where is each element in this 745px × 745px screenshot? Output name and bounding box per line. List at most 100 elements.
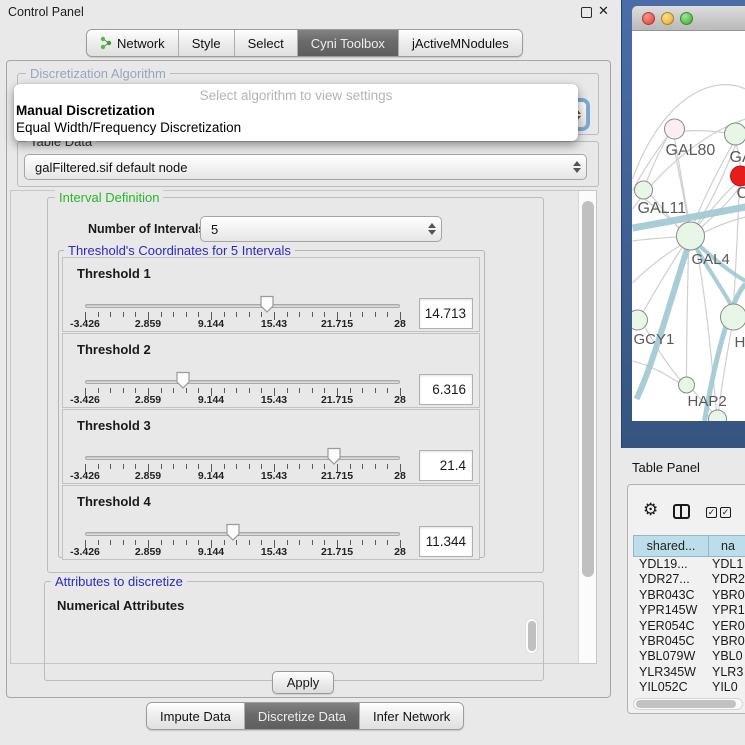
network-node-h[interactable] (721, 304, 745, 330)
network-node-label: GAL11 (638, 200, 687, 217)
table-data-group: Table Data galFiltered.sif default node (17, 141, 599, 187)
network-node-gcy1[interactable] (632, 310, 648, 330)
tab-discretize-data[interactable]: Discretize Data (245, 703, 360, 729)
threshold-1-value-field[interactable]: 14.713 (419, 298, 473, 329)
table-data-combobox-value: galFiltered.sif default node (25, 160, 568, 175)
tick-label: 15.43 (261, 318, 287, 330)
network-node-label: HAP2 (688, 393, 727, 410)
combo-stepper-icon (568, 161, 586, 173)
threshold-1-box: Threshold 1-3.4262.8599.14415.4321.71528… (62, 257, 480, 332)
network-node-hap2[interactable] (679, 377, 695, 393)
network-node-label: GAL4 (692, 251, 730, 268)
threshold-2-value-field[interactable]: 6.316 (419, 374, 473, 405)
attributes-list-scrollbar[interactable] (525, 618, 538, 654)
threshold-3-value-field[interactable]: 21.4 (419, 450, 473, 481)
threshold-3-slider-track[interactable] (85, 456, 400, 460)
checkbox-icon[interactable]: ✓ (720, 507, 731, 518)
tick-label: 28 (394, 394, 406, 406)
attributes-group-title: Attributes to discretize (51, 574, 187, 589)
table-row[interactable]: YLR345WYLR3 (633, 665, 745, 680)
tick-label: 9.144 (198, 318, 224, 330)
network-node-label: H (735, 334, 745, 351)
tick-label: 2.859 (135, 394, 161, 406)
network-icon (100, 36, 112, 50)
threshold-4-slider-track[interactable] (85, 532, 400, 536)
network-node-gal80[interactable] (665, 119, 685, 139)
network-edge (633, 237, 677, 241)
network-node-c[interactable] (731, 166, 745, 186)
network-canvas[interactable]: GAL80GACGAL11GAL4GCY1HHAP2 (632, 31, 745, 421)
table-rows: YDL19...YDL1YDR27...YDR2YBR043CYBR0YPR14… (633, 557, 745, 696)
zoom-traffic-light-icon[interactable] (680, 12, 693, 25)
thresholds-group-title: Threshold's Coordinates for 5 Intervals (64, 243, 295, 258)
close-traffic-light-icon[interactable] (642, 12, 655, 25)
table-row[interactable]: YBR045CYBR0 (633, 634, 745, 649)
table-row[interactable]: YDL19...YDL1 (633, 557, 745, 572)
tab-network[interactable]: Network (87, 30, 179, 56)
tab-cyni-toolbox[interactable]: Cyni Toolbox (298, 30, 399, 56)
control-panel: Control Panel ✕ NetworkStyleSelectCyni T… (0, 0, 617, 745)
close-icon[interactable]: ✕ (598, 3, 609, 19)
table-row[interactable]: YBL079WYBL0 (633, 649, 745, 664)
network-node-gal11[interactable] (635, 181, 653, 199)
table-row[interactable]: YPR145WYPR1 (633, 603, 745, 618)
minimize-traffic-light-icon[interactable] (661, 12, 674, 25)
network-edge (687, 250, 689, 377)
table-row[interactable]: YER054CYER0 (633, 619, 745, 634)
algorithm-popup-prompt: Select algorithm to view settings (14, 88, 578, 103)
network-edge (647, 137, 668, 182)
network-node-gal4[interactable] (677, 222, 705, 250)
tick-label: 2.859 (135, 318, 161, 330)
table-row[interactable]: YBR043CYBR0 (633, 588, 745, 603)
algorithm-option-manual-discretization[interactable]: Manual Discretization (16, 103, 155, 118)
network-edge (633, 361, 680, 383)
network-edge (699, 184, 737, 225)
tab-impute-data[interactable]: Impute Data (147, 703, 245, 729)
column-header-name[interactable]: na (708, 535, 745, 557)
discretization-algorithm-group-title: Discretization Algorithm (26, 66, 170, 81)
tab-jactivemnodules[interactable]: jActiveMNodules (399, 30, 522, 56)
threshold-1-slider-track[interactable] (85, 304, 400, 308)
network-window-titlebar[interactable] (632, 6, 745, 31)
table-panel: Table Panel ⚙ ✓ ✓ shared... na YDL19...Y… (621, 448, 745, 745)
network-view-window: GAL80GACGAL11GAL4GCY1HHAP2 (621, 0, 745, 448)
table-row[interactable]: YDR27...YDR2 (633, 572, 745, 587)
number-of-intervals-combobox[interactable]: 5 (200, 216, 442, 242)
float-window-icon[interactable] (581, 7, 592, 18)
attributes-group: Attributes to discretize Numerical Attri… (44, 581, 544, 681)
tick-label: -3.426 (70, 470, 100, 482)
column-header-shared[interactable]: shared... (633, 535, 708, 557)
checkbox-icon[interactable]: ✓ (706, 507, 717, 518)
apply-button[interactable]: Apply (272, 671, 334, 694)
thresholds-group: Threshold's Coordinates for 5 Intervals … (58, 250, 485, 558)
table-row[interactable]: YIL052CYIL0 (633, 680, 745, 695)
gear-icon[interactable]: ⚙ (643, 501, 658, 518)
tab-select[interactable]: Select (235, 30, 298, 56)
control-panel-title: Control Panel (8, 5, 84, 19)
algorithm-option-equal-width-frequency-discretization[interactable]: Equal Width/Frequency Discretization (16, 120, 241, 135)
tab-infer-network[interactable]: Infer Network (360, 703, 463, 729)
table-horizontal-scrollbar[interactable] (633, 698, 743, 710)
split-columns-icon[interactable] (673, 504, 690, 519)
tab-style[interactable]: Style (179, 30, 235, 56)
control-panel-titlebar: Control Panel ✕ (0, 0, 617, 24)
settings-vertical-scrollbar[interactable] (578, 191, 596, 663)
tick-label: 9.144 (198, 394, 224, 406)
network-node-ga[interactable] (725, 123, 745, 145)
threshold-3-box: Threshold 3-3.4262.8599.14415.4321.71528… (62, 409, 480, 484)
threshold-4-slider-thumb[interactable] (225, 523, 241, 544)
number-of-intervals-value: 5 (201, 222, 423, 237)
threshold-2-slider-thumb[interactable] (175, 371, 191, 392)
threshold-4-value-field[interactable]: 11.344 (419, 526, 473, 557)
tick-label: 9.144 (198, 546, 224, 558)
tick-label: 15.43 (261, 470, 287, 482)
threshold-1-slider-thumb[interactable] (259, 295, 275, 316)
threshold-2-slider-track[interactable] (85, 380, 400, 384)
table-data-combobox[interactable]: galFiltered.sif default node (24, 154, 587, 180)
threshold-2-label: Threshold 2 (77, 342, 151, 357)
tick-label: 28 (394, 546, 406, 558)
tick-label: -3.426 (70, 318, 100, 330)
bottom-tab-bar: Impute DataDiscretize DataInfer Network (146, 702, 464, 730)
settings-scroll-viewport: Interval Definition Number of Intervals … (10, 190, 597, 664)
threshold-3-slider-thumb[interactable] (326, 447, 342, 468)
